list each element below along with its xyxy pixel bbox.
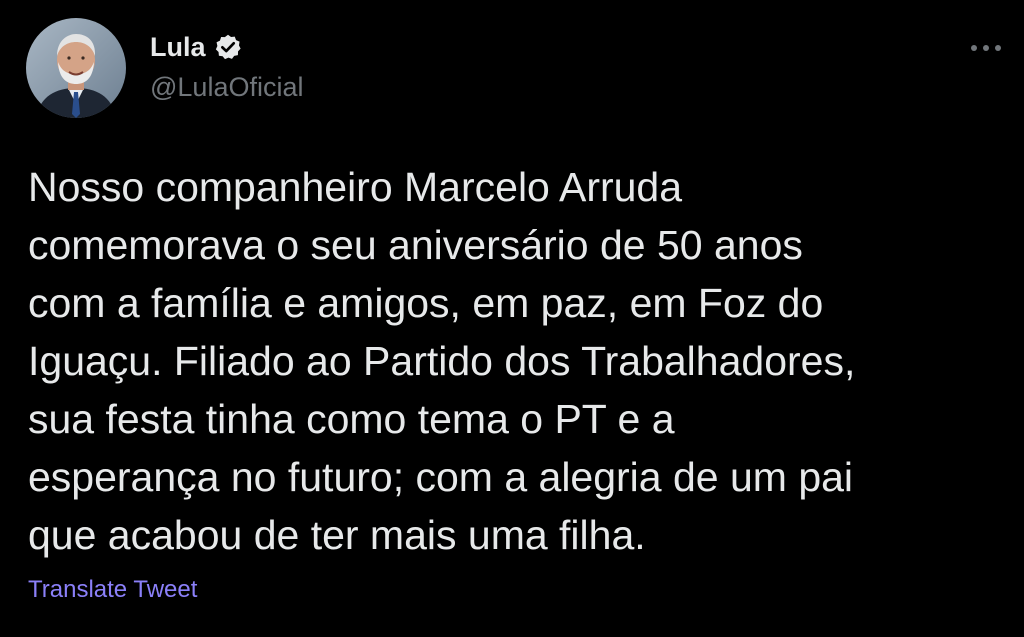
author-display-name[interactable]: Lula <box>150 32 206 63</box>
more-options-icon[interactable] <box>964 36 1008 60</box>
tweet-text-line: sua festa tinha como tema o PT e a <box>28 396 675 442</box>
tweet-text-line: Nosso companheiro Marcelo Arruda <box>28 164 683 210</box>
author-handle[interactable]: @LulaOficial <box>150 72 303 103</box>
tweet-text-line: Iguaçu. Filiado ao Partido dos Trabalhad… <box>28 338 856 384</box>
tweet-text-line: com a família e amigos, em paz, em Foz d… <box>28 280 824 326</box>
profile-photo-icon <box>26 18 126 118</box>
translate-tweet-link[interactable]: Translate Tweet <box>28 576 197 604</box>
verified-badge-icon <box>214 33 242 61</box>
tweet-text-line: esperança no futuro; com a alegria de um… <box>28 454 854 500</box>
tweet-text-line: comemorava o seu aniversário de 50 anos <box>28 222 803 268</box>
avatar[interactable] <box>26 18 126 118</box>
tweet-text-line: que acabou de ter mais uma filha. <box>28 512 646 558</box>
tweet-text: Nosso companheiro Marcelo Arruda comemor… <box>28 158 1018 564</box>
author-name-row: Lula <box>150 30 242 64</box>
tweet: Lula @LulaOficial Nosso companheiro Marc… <box>0 0 1024 637</box>
